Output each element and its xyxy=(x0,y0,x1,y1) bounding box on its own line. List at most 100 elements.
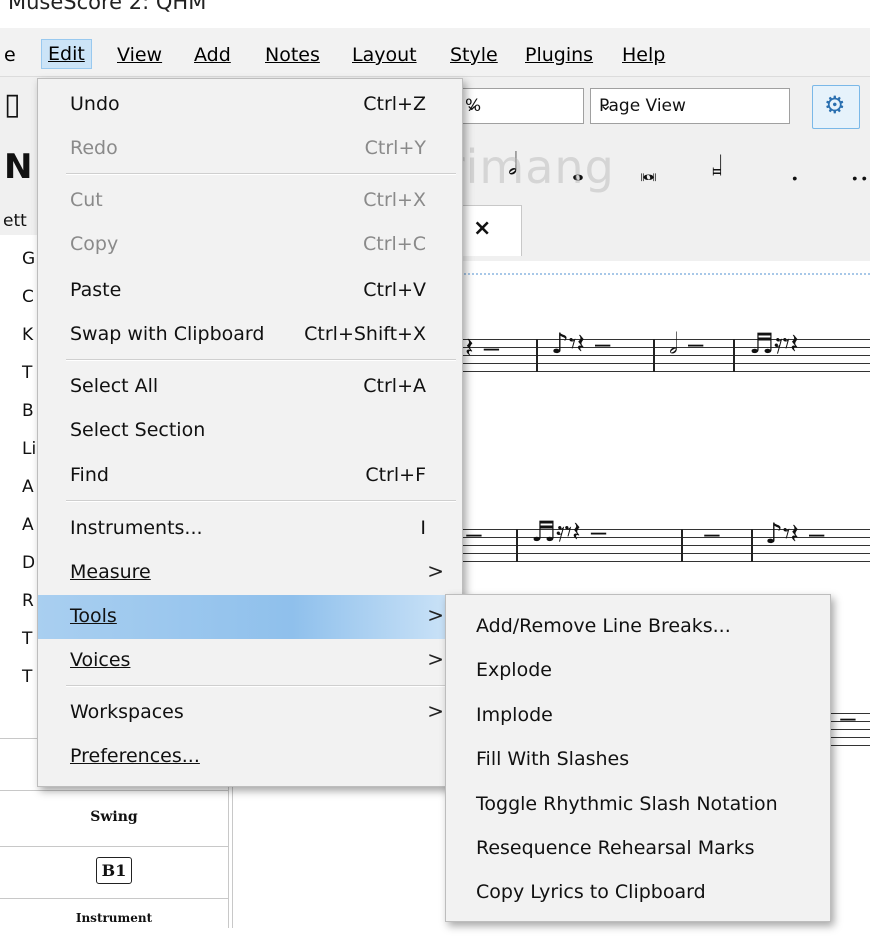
palette-item-label: R xyxy=(22,591,34,611)
menu-item-select-all[interactable]: Select All Ctrl+A xyxy=(38,365,462,409)
menu-item-label: Voices xyxy=(70,649,131,671)
menu-style[interactable]: Style xyxy=(444,42,504,68)
menu-item-measure[interactable]: Measure > xyxy=(38,551,462,595)
view-mode-select[interactable]: Page View ⌄ xyxy=(590,88,790,124)
midi-input-button[interactable]: ⚙ xyxy=(812,85,860,129)
menu-item-paste[interactable]: Paste Ctrl+V xyxy=(38,269,462,313)
new-score-icon[interactable]: ▯ xyxy=(4,87,21,122)
menu-item-label: Preferences... xyxy=(70,745,200,767)
palette-cell-rehearsal-mark[interactable]: B1 xyxy=(0,846,228,899)
augmentation-dot-icon[interactable]: . xyxy=(790,153,800,188)
chevron-down-icon: ⌄ xyxy=(599,95,613,114)
menu-item-undo[interactable]: Undo Ctrl+Z xyxy=(38,83,462,127)
menu-bar: e Edit View Add Notes Layout Style Plugi… xyxy=(0,28,870,77)
menu-item-label: Select Section xyxy=(70,419,206,441)
menu-item-shortcut: Ctrl+V xyxy=(363,279,426,301)
menu-item-swap-with-clipboard[interactable]: Swap with Clipboard Ctrl+Shift+X xyxy=(38,313,462,357)
menu-item-label: Undo xyxy=(70,93,120,115)
menu-help[interactable]: Help xyxy=(616,42,671,68)
menu-item-label: Fill With Slashes xyxy=(476,748,630,770)
palette-item-label: G xyxy=(22,249,36,269)
menu-plugins[interactable]: Plugins xyxy=(519,42,599,68)
menu-item-label: Tools xyxy=(70,605,117,627)
menu-item-copy-lyrics-to-clipboard[interactable]: Copy Lyrics to Clipboard xyxy=(446,871,830,915)
menu-item-shortcut: Ctrl+A xyxy=(363,375,426,397)
note-symbol: ♪𝄾𝄽 ‒ xyxy=(551,327,612,360)
palette-item-label: B xyxy=(22,401,34,421)
chevron-right-icon: > xyxy=(427,647,444,671)
menu-edit-label: Edit xyxy=(48,43,85,65)
menu-item-copy[interactable]: Copy Ctrl+C xyxy=(38,223,462,267)
menu-layout-label: Layout xyxy=(352,44,417,66)
chevron-right-icon: > xyxy=(427,603,444,627)
menu-item-explode[interactable]: Explode xyxy=(446,649,830,693)
rest-symbol: ‒ xyxy=(465,517,483,550)
menu-item-label: Add/Remove Line Breaks... xyxy=(476,615,731,637)
menu-add-label: Add xyxy=(194,44,231,66)
menu-item-shortcut: Ctrl+F xyxy=(365,464,426,486)
menu-item-find[interactable]: Find Ctrl+F xyxy=(38,454,462,498)
menu-item-label: Measure xyxy=(70,561,151,583)
note-symbol: 𝅗𝅥 ‒ xyxy=(669,327,705,360)
menu-item-label: Implode xyxy=(476,704,553,726)
menu-view[interactable]: View xyxy=(111,42,168,68)
menu-item-add-remove-line-breaks[interactable]: Add/Remove Line Breaks... xyxy=(446,605,830,649)
menu-notes[interactable]: Notes xyxy=(259,42,326,68)
menu-item-shortcut: Ctrl+Shift+X xyxy=(304,323,426,345)
palette-cell-swing[interactable]: Swing xyxy=(0,790,228,847)
midi-connector-icon: ⚙ xyxy=(824,91,846,119)
menu-file[interactable]: e xyxy=(0,42,22,68)
tools-submenu: Add/Remove Line Breaks... Explode Implod… xyxy=(445,594,831,922)
zoom-combo[interactable]: % ⌄ xyxy=(456,88,584,124)
menu-item-toggle-rhythmic-slash-notation[interactable]: Toggle Rhythmic Slash Notation xyxy=(446,783,830,827)
menu-item-implode[interactable]: Implode xyxy=(446,694,830,738)
menu-item-preferences[interactable]: Preferences... xyxy=(38,735,462,779)
menu-item-label: Copy Lyrics to Clipboard xyxy=(476,881,706,903)
chevron-right-icon: > xyxy=(427,699,444,723)
menu-add[interactable]: Add xyxy=(188,42,237,68)
menu-item-fill-with-slashes[interactable]: Fill With Slashes xyxy=(446,738,830,782)
note-input-mode-button[interactable]: N xyxy=(4,147,32,187)
menu-style-label: Style xyxy=(450,44,498,66)
menu-layout[interactable]: Layout xyxy=(346,42,423,68)
palette-cell-instrument[interactable]: Instrument xyxy=(0,898,228,939)
chevron-right-icon: > xyxy=(427,559,444,583)
note-symbol: ♬𝄿𝄾𝄽 xyxy=(749,327,799,360)
menu-edit[interactable]: Edit xyxy=(41,39,92,69)
palette-cell-label: Swing xyxy=(90,809,138,825)
menu-item-tools[interactable]: Tools > xyxy=(38,595,462,639)
title-bar: MuseScore 2: QHM xyxy=(0,0,870,28)
window-title: MuseScore 2: QHM xyxy=(8,0,207,14)
menu-item-label: Swap with Clipboard xyxy=(70,323,265,345)
close-icon[interactable]: × xyxy=(473,216,491,241)
menu-item-cut[interactable]: Cut Ctrl+X xyxy=(38,179,462,223)
rest-symbol: 𝄽 ‒ xyxy=(465,331,501,364)
chevron-down-icon: ⌄ xyxy=(465,95,479,114)
menu-item-label: Explode xyxy=(476,659,552,681)
breve-icon[interactable]: 𝅜 xyxy=(640,153,657,188)
menu-item-workspaces[interactable]: Workspaces > xyxy=(38,691,462,735)
score-tab[interactable]: × xyxy=(460,205,522,256)
palette-item-label: T xyxy=(22,629,33,649)
menu-item-resequence-rehearsal-marks[interactable]: Resequence Rehearsal Marks xyxy=(446,827,830,871)
menu-item-shortcut: Ctrl+C xyxy=(363,233,426,255)
menu-item-label: Cut xyxy=(70,189,103,211)
rest-symbol: ‒ xyxy=(839,701,857,734)
menu-item-label: Select All xyxy=(70,375,159,397)
menu-separator xyxy=(66,359,456,361)
palette-cell-label: B1 xyxy=(96,857,132,884)
menu-item-instruments[interactable]: Instruments... I xyxy=(38,507,462,551)
menu-item-redo[interactable]: Redo Ctrl+Y xyxy=(38,127,462,171)
menu-item-label: Redo xyxy=(70,137,118,159)
menu-item-select-section[interactable]: Select Section xyxy=(38,409,462,453)
menu-separator xyxy=(66,685,456,687)
menu-item-label: Find xyxy=(70,464,109,486)
menu-view-label: View xyxy=(117,44,163,66)
longa-icon[interactable]: 𝆷 xyxy=(712,147,723,182)
menu-plugins-label: Plugins xyxy=(525,44,594,66)
double-dot-icon[interactable]: .. xyxy=(850,153,869,188)
menu-item-label: Workspaces xyxy=(70,701,184,723)
menu-item-voices[interactable]: Voices > xyxy=(38,639,462,683)
palette-item-label: A xyxy=(22,515,34,535)
edit-menu: Undo Ctrl+Z Redo Ctrl+Y Cut Ctrl+X Copy … xyxy=(37,78,463,787)
